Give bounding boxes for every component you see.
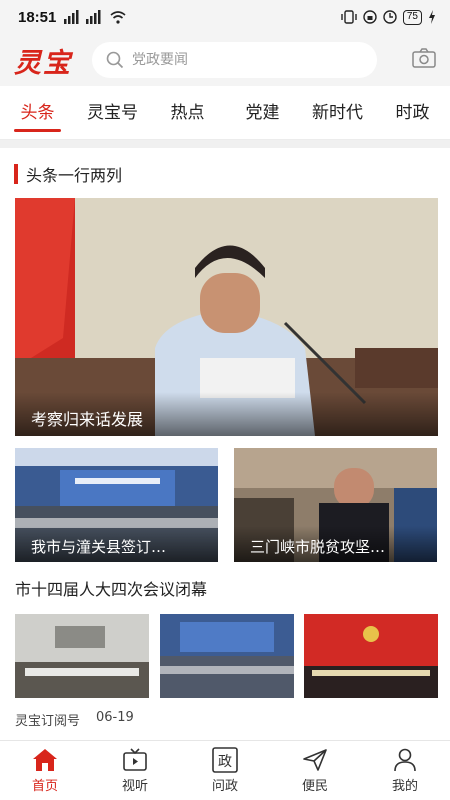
app-header: 灵宝 bbox=[0, 34, 450, 86]
charging-icon bbox=[429, 10, 435, 24]
news-date: 06-19 bbox=[96, 710, 134, 725]
card-caption: 我市与潼关县签订… bbox=[15, 526, 218, 562]
nav-label: 首页 bbox=[31, 779, 58, 794]
send-icon bbox=[302, 747, 328, 773]
news-card[interactable]: 三门峡市脱贫攻坚… bbox=[234, 448, 437, 562]
news-thumbnail[interactable] bbox=[304, 614, 438, 698]
tab-headline[interactable]: 头条 bbox=[0, 86, 75, 140]
home-icon bbox=[32, 747, 58, 773]
nav-label: 问政 bbox=[211, 779, 238, 794]
app-logo: 灵宝 bbox=[14, 47, 72, 79]
two-column-row: 我市与潼关县签订… 三门峡市脱贫攻坚… bbox=[15, 448, 438, 562]
news-source: 灵宝订阅号 bbox=[15, 714, 81, 729]
status-bar: 18:51 75 bbox=[0, 0, 450, 34]
bottom-navigation: 首页 视听 政 问政 便民 我的 bbox=[0, 740, 450, 800]
govern-icon: 政 bbox=[212, 747, 238, 773]
news-title[interactable]: 市十四届人大四次会议闭幕 bbox=[15, 576, 207, 600]
search-input[interactable] bbox=[132, 52, 352, 68]
search-icon bbox=[106, 51, 124, 69]
divider bbox=[0, 140, 450, 148]
tab-new-era[interactable]: 新时代 bbox=[300, 86, 375, 140]
thumbnail-photo bbox=[15, 614, 149, 698]
news-thumbnail[interactable] bbox=[15, 614, 149, 698]
tab-hot[interactable]: 热点 bbox=[150, 86, 225, 140]
section-header: 头条一行两列 bbox=[14, 162, 122, 186]
nav-label: 我的 bbox=[391, 779, 418, 794]
camera-button[interactable] bbox=[412, 48, 436, 72]
camera-icon bbox=[412, 48, 436, 68]
nav-media[interactable]: 视听 bbox=[90, 741, 180, 800]
status-time: 18:51 bbox=[18, 8, 57, 26]
thumbnail-photo bbox=[304, 614, 438, 698]
status-right: 75 bbox=[341, 9, 436, 25]
svg-text:政: 政 bbox=[218, 754, 232, 770]
nav-profile[interactable]: 我的 bbox=[360, 741, 450, 800]
category-tabs: 头条 灵宝号 热点 党建 新时代 时政 bbox=[0, 86, 450, 140]
section-title: 头条一行两列 bbox=[26, 166, 123, 185]
signal-icons bbox=[64, 10, 126, 24]
tab-politics[interactable]: 时政 bbox=[375, 86, 450, 140]
tab-party-building[interactable]: 党建 bbox=[225, 86, 300, 140]
section-marker bbox=[14, 164, 18, 184]
nav-home[interactable]: 首页 bbox=[0, 741, 90, 800]
news-card[interactable]: 我市与潼关县签订… bbox=[15, 448, 218, 562]
cellular-signal-icon bbox=[64, 10, 101, 24]
user-icon bbox=[392, 747, 418, 773]
news-thumbnail[interactable] bbox=[159, 614, 294, 698]
battery-indicator: 75 bbox=[402, 9, 422, 25]
wifi-icon bbox=[110, 10, 126, 24]
nav-services[interactable]: 便民 bbox=[270, 741, 360, 800]
tab-lingbao-account[interactable]: 灵宝号 bbox=[75, 86, 150, 140]
vibrate-icon bbox=[341, 10, 357, 24]
nav-inquiry[interactable]: 政 问政 bbox=[180, 741, 270, 800]
search-bar[interactable] bbox=[92, 42, 377, 78]
thumbnail-photo bbox=[159, 614, 294, 698]
nav-label: 视听 bbox=[121, 779, 148, 794]
headline-article[interactable]: 考察归来话发展 bbox=[15, 198, 438, 436]
tv-icon bbox=[122, 747, 148, 773]
lock-icon bbox=[363, 10, 377, 24]
card-caption: 三门峡市脱贫攻坚… bbox=[234, 526, 437, 562]
thumbnail-row bbox=[15, 614, 438, 698]
nav-label: 便民 bbox=[301, 779, 328, 794]
alarm-icon bbox=[383, 10, 397, 24]
news-meta: 灵宝订阅号 06-19 bbox=[15, 710, 134, 729]
headline-caption: 考察归来话发展 bbox=[15, 392, 438, 436]
